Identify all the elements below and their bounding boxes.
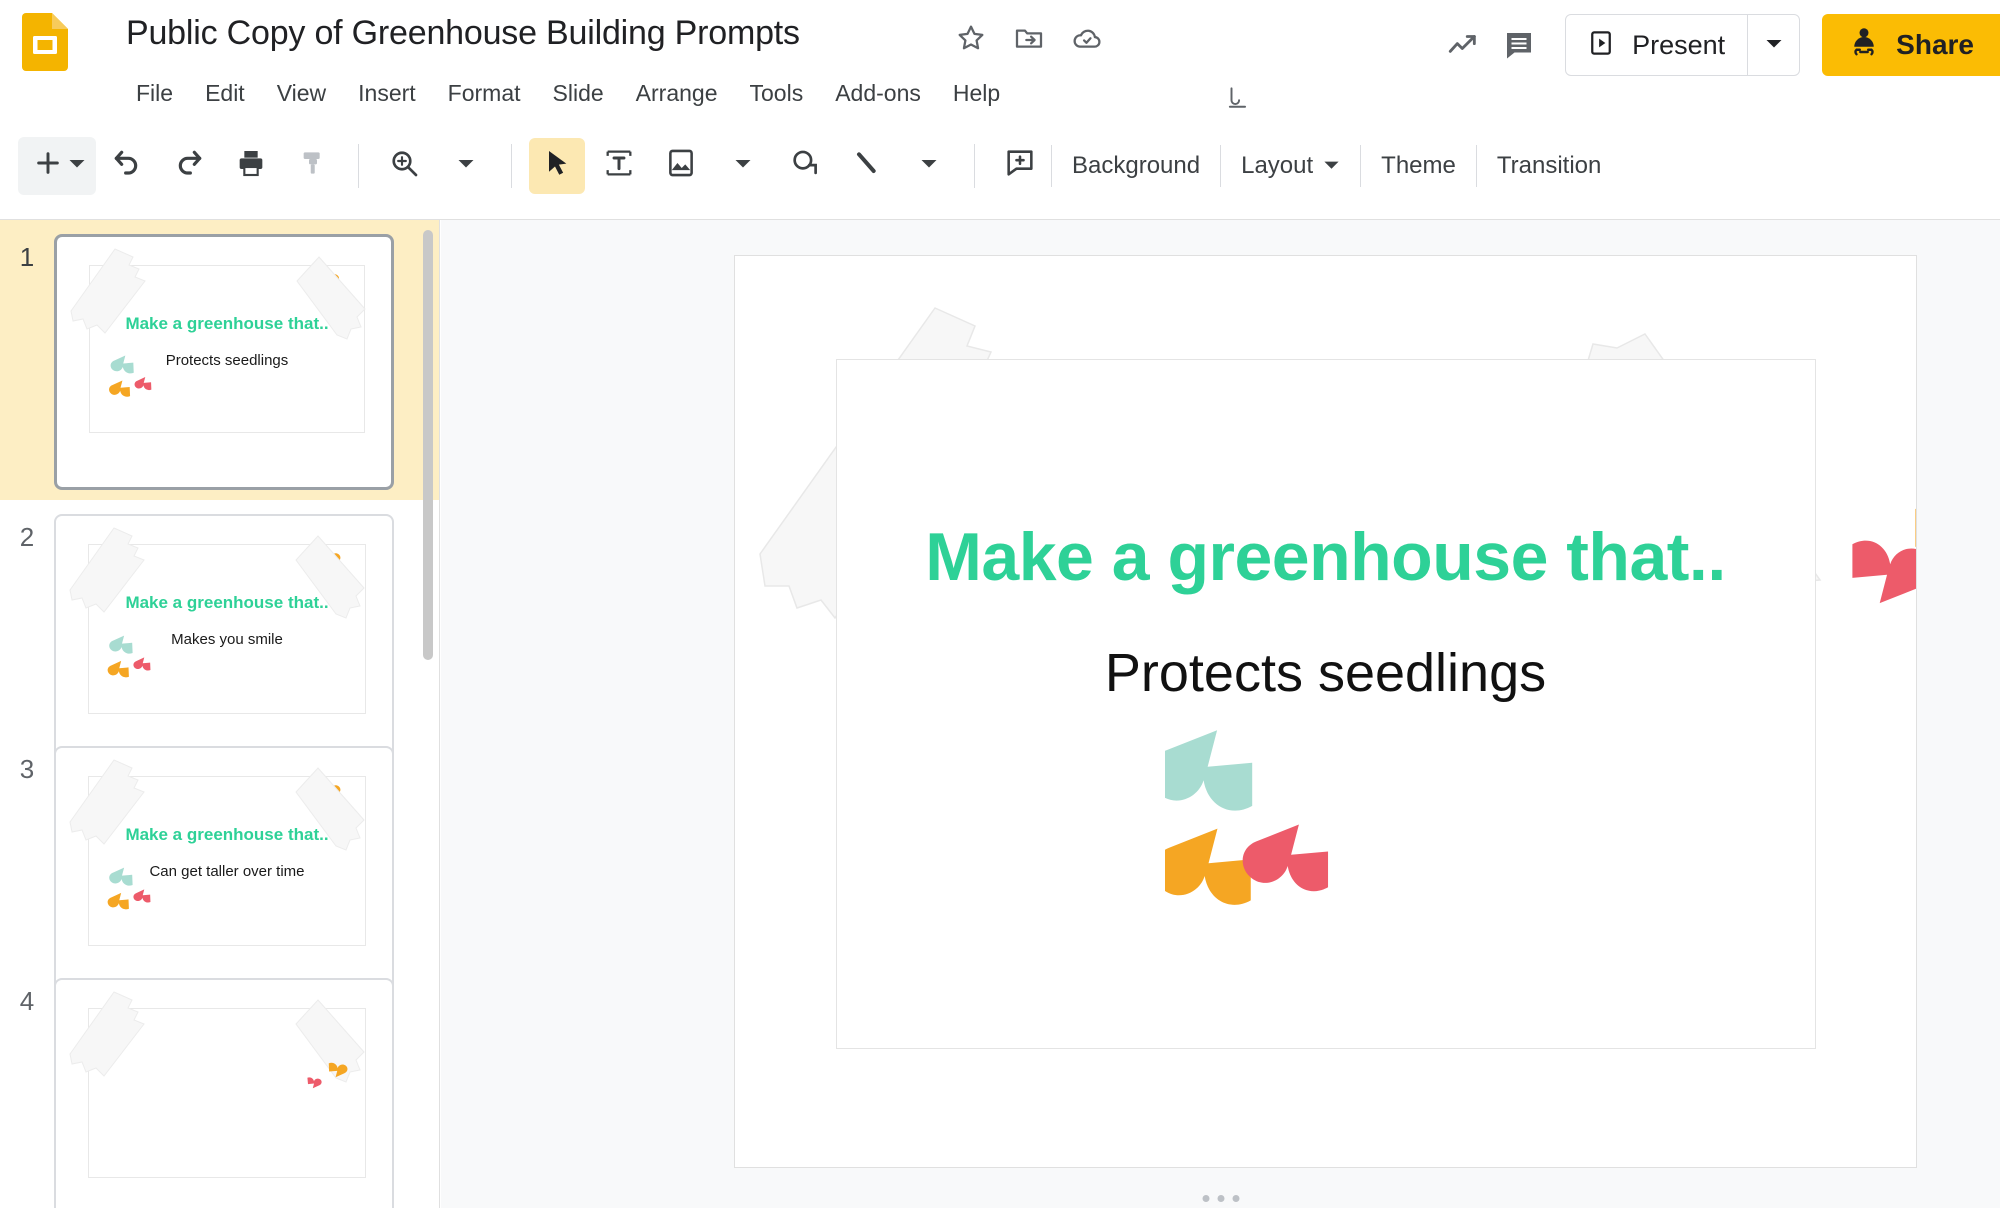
dot [1217,1195,1224,1202]
menu-arrange[interactable]: Arrange [620,78,734,109]
current-slide[interactable]: Make a greenhouse that.. Protects seedli… [734,255,1917,1168]
new-slide-button[interactable] [18,136,96,195]
chevron-down-icon [734,154,752,177]
text-box-icon [602,146,636,185]
cloud-saved-icon[interactable] [1071,22,1103,54]
slide-number: 3 [19,754,35,784]
canvas-resize-handle[interactable] [1202,1195,1239,1202]
menu-tools[interactable]: Tools [734,78,820,109]
menu-edit[interactable]: Edit [189,78,261,109]
add-comment-button[interactable] [992,138,1048,194]
undo-button[interactable] [99,138,155,194]
toolbar-divider [511,143,512,188]
present-icon [1586,28,1616,63]
layout-label: Layout [1241,151,1314,179]
slides-logo-icon[interactable] [22,13,68,71]
share-button[interactable]: Share [1822,14,2000,76]
insert-image-dropdown-button[interactable] [715,138,771,194]
insert-image-button[interactable] [653,138,709,194]
present-button[interactable]: Present [1566,15,1747,75]
chevron-down-icon[interactable] [68,154,86,177]
slide-thumbnail-card[interactable]: Make a greenhouse that.. Protects seedli… [54,234,394,490]
slide-thumbnail-2[interactable]: 2 Make a greenhouse that.. Makes you smi… [0,500,439,770]
menu-view[interactable]: View [261,78,342,109]
insert-line-dropdown-button[interactable] [901,138,957,194]
dot [1232,1195,1239,1202]
filmstrip-scrollbar[interactable] [423,230,433,660]
present-label: Present [1632,29,1726,60]
slide-thumbnail-1[interactable]: 1 Make a greenhouse that.. Protects seed… [0,220,439,500]
redo-button[interactable] [161,138,217,194]
slide-number: 1 [19,242,35,272]
select-tool-button[interactable] [529,137,585,194]
slide-thumbnail-4[interactable]: 4 [0,964,439,1208]
star-icon[interactable] [955,22,987,54]
menu-file[interactable]: File [120,78,189,109]
plus-icon [32,147,64,184]
undo-icon [111,147,143,184]
app-header: Public Copy of Greenhouse Building Promp… [0,0,2000,112]
paint-format-button[interactable] [285,138,341,194]
add-comment-icon [1003,146,1037,185]
chevron-down-icon [1765,34,1783,57]
theme-button[interactable]: Theme [1361,142,1476,190]
menu-format[interactable]: Format [432,78,537,109]
arrow-orange-icon [1165,828,1251,905]
transition-button[interactable]: Transition [1477,142,1621,190]
menu-bar: File Edit View Insert Format Slide Arran… [120,78,1016,109]
title-icon-group [955,22,1103,54]
arrow-teal-icon [1165,730,1253,811]
page-title[interactable]: Public Copy of Greenhouse Building Promp… [126,14,800,53]
menu-insert[interactable]: Insert [342,78,432,109]
redo-icon [173,147,205,184]
text-box-button[interactable] [591,138,647,194]
toolbar-divider [974,143,975,188]
move-to-folder-icon[interactable] [1013,22,1045,54]
zoom-in-icon [388,147,420,184]
slide-canvas-area[interactable]: Make a greenhouse that.. Protects seedli… [441,220,2000,1208]
slide-number: 4 [19,986,35,1016]
menu-addons[interactable]: Add-ons [819,78,937,109]
present-dropdown-button[interactable] [1747,15,1799,75]
print-button[interactable] [223,138,279,194]
arrow-cluster-bottom-left [1165,730,1329,905]
slide-filmstrip[interactable]: 1 Make a greenhouse that.. Protects seed… [0,220,440,1208]
present-button-group: Present [1565,14,1801,76]
arrow-coral-icon [1242,824,1329,892]
activity-dashboard-icon[interactable] [1435,17,1491,73]
chevron-down-icon [1323,152,1340,180]
print-icon [235,147,267,184]
cursor-select-icon [541,147,573,184]
mini-tape-decorations [69,991,365,1089]
zoom-dropdown-button[interactable] [438,138,494,194]
share-label: Share [1896,29,1974,60]
menu-help[interactable]: Help [937,78,1016,109]
mini-tape-decorations [70,248,366,340]
chevron-down-icon [457,154,475,177]
insert-image-icon [664,146,698,185]
dot [1202,1195,1209,1202]
paint-format-icon [297,147,329,184]
toolbar-divider [358,143,359,188]
last-edit-icon[interactable] [1225,84,1251,110]
header-actions: Present Share [1435,14,2000,76]
slide-paper [836,359,1816,1049]
chevron-down-icon [920,154,938,177]
comment-history-icon[interactable] [1491,17,1547,73]
main-toolbar: Background Layout Theme Transition [0,112,2000,220]
insert-shape-button[interactable] [777,138,833,194]
layout-button[interactable]: Layout [1221,142,1360,190]
slide-number: 2 [19,522,35,552]
insert-shape-icon [788,146,822,185]
zoom-button[interactable] [376,138,432,194]
share-person-link-icon [1846,25,1882,66]
background-button[interactable]: Background [1052,142,1220,190]
menu-slide[interactable]: Slide [537,78,620,109]
slide-subtitle-text[interactable]: Protects seedlings [735,642,1916,704]
slide-thumbnail-card[interactable] [54,978,394,1208]
insert-line-icon [851,147,883,184]
slide-thumbnail-3[interactable]: 3 Make a greenhouse that.. Can get talle… [0,732,439,1002]
slide-title-text[interactable]: Make a greenhouse that.. [735,518,1916,596]
insert-line-button[interactable] [839,138,895,194]
